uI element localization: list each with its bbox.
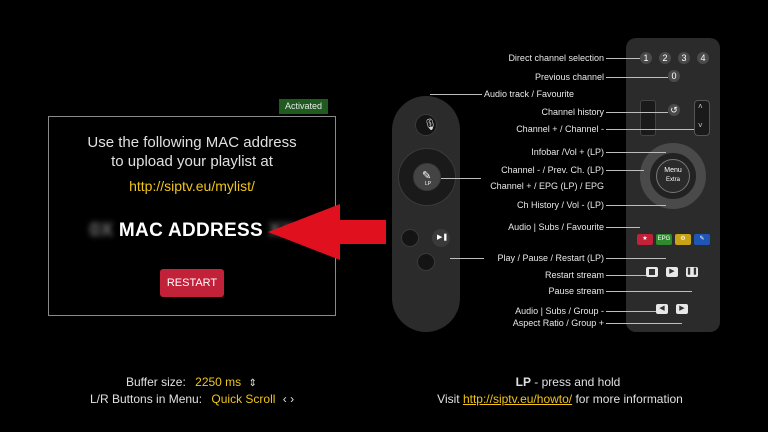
- blue-button[interactable]: ✎: [694, 234, 710, 245]
- visit-suffix: for more information: [572, 392, 683, 406]
- instruction-line-2: to upload your playlist at: [111, 153, 273, 170]
- label-infobar: Infobar /Vol + (LP): [531, 147, 604, 157]
- label-restart-stream: Restart stream: [544, 270, 604, 280]
- volume-rocker[interactable]: [640, 100, 656, 136]
- stop-button[interactable]: [646, 267, 658, 277]
- label-channel-plus-minus: Channel + / Channel -: [516, 124, 604, 134]
- stop-icon: [649, 269, 655, 275]
- label-channel-plus-epg: Channel + / EPG (LP) / EPG: [490, 181, 604, 191]
- pause-icon: ❚❚: [686, 268, 698, 275]
- lr-buttons-row[interactable]: L/R Buttons in Menu: Quick Scroll ‹ ›: [90, 392, 294, 406]
- play-button[interactable]: ▶: [666, 267, 678, 277]
- leader-line: [606, 112, 668, 113]
- mic-button[interactable]: 🎙: [415, 114, 437, 136]
- menu-button[interactable]: Menu Extra: [656, 159, 690, 193]
- label-previous-channel: Previous channel: [534, 72, 604, 82]
- label-direct-channel: Direct channel selection: [508, 53, 604, 63]
- leader-line: [450, 258, 484, 259]
- up-down-icon[interactable]: ⇕: [249, 378, 257, 389]
- home-button[interactable]: [417, 253, 435, 271]
- history-icon: ↺: [670, 105, 678, 115]
- label-channel-history: Channel history: [541, 107, 604, 117]
- small-lp-label: LP: [425, 181, 432, 187]
- digit-3-button[interactable]: 3: [678, 52, 690, 64]
- label-channel-minus: Channel - / Prev. Ch. (LP): [501, 165, 604, 175]
- menu-label: Menu: [664, 167, 682, 174]
- digit-1-button[interactable]: 1: [640, 52, 652, 64]
- lp-key: LP: [515, 375, 531, 389]
- red-arrow-icon: [268, 204, 386, 260]
- red-button[interactable]: ★: [637, 234, 653, 245]
- rewind-icon: ◀: [659, 305, 665, 312]
- leader-line: [606, 77, 668, 78]
- label-audio-subs-group: Audio | Subs / Group -: [515, 306, 604, 316]
- digit-2-button[interactable]: 2: [659, 52, 671, 64]
- instruction-line-1: Use the following MAC address: [87, 134, 297, 151]
- wrench-icon: ✎: [699, 236, 705, 242]
- favourite-icon: ★: [642, 236, 648, 242]
- gear-icon: ⚙: [680, 236, 686, 242]
- extra-label: Extra: [665, 177, 680, 183]
- howto-link[interactable]: http://siptv.eu/howto/: [463, 392, 572, 406]
- leader-line: [441, 178, 481, 179]
- visit-line: Visit http://siptv.eu/howto/ for more in…: [410, 392, 710, 406]
- pause-button[interactable]: ❚❚: [686, 267, 698, 277]
- visit-text: Visit: [437, 392, 463, 406]
- leader-line: [606, 258, 666, 259]
- leader-line: [606, 129, 694, 130]
- select-button[interactable]: ✎ LP: [413, 163, 441, 191]
- forward-button[interactable]: ▶: [676, 304, 688, 314]
- mic-icon: 🎙: [423, 119, 437, 131]
- green-button[interactable]: EPG: [656, 234, 672, 245]
- leader-line: [606, 205, 666, 206]
- leader-line: [606, 323, 682, 324]
- leader-line: [606, 275, 646, 276]
- play-pause-button[interactable]: ▶❚: [432, 229, 450, 247]
- digit-0-button[interactable]: 0: [668, 70, 680, 82]
- play-icon: ▶: [669, 268, 675, 275]
- leader-line: [430, 94, 482, 95]
- mac-label: MAC ADDRESS: [118, 220, 263, 241]
- playlist-url: http://siptv.eu/mylist/: [129, 178, 255, 194]
- yellow-button[interactable]: ⚙: [675, 234, 691, 245]
- play-pause-icon: ▶❚: [437, 234, 449, 241]
- leader-line: [606, 170, 644, 171]
- leader-line: [606, 227, 640, 228]
- left-right-icon[interactable]: ‹ ›: [283, 392, 294, 406]
- leader-line: [606, 152, 666, 153]
- restart-button[interactable]: RESTART: [160, 269, 224, 297]
- forward-icon: ▶: [679, 305, 685, 312]
- instruction-text: Use the following MAC address to upload …: [48, 133, 336, 171]
- leader-line: [606, 58, 640, 59]
- status-badge: Activated: [279, 99, 328, 114]
- channel-rocker[interactable]: ˄ ˅: [694, 100, 710, 136]
- buffer-size-value: 2250 ms: [195, 375, 242, 389]
- lp-text: - press and hold: [530, 375, 621, 389]
- lp-hint: LP - press and hold: [418, 375, 718, 389]
- lr-buttons-label: L/R Buttons in Menu:: [90, 392, 203, 406]
- label-audio-track: Audio track / Favourite: [484, 89, 575, 99]
- label-play-pause-restart: Play / Pause / Restart (LP): [497, 253, 604, 263]
- label-audio-subs-fav: Audio | Subs / Favourite: [508, 222, 604, 232]
- buffer-size-row[interactable]: Buffer size: 2250 ms ⇕: [126, 375, 257, 389]
- digit-4-button[interactable]: 4: [697, 52, 709, 64]
- chevron-up-icon: ˄: [698, 102, 703, 111]
- buffer-size-label: Buffer size:: [126, 375, 186, 389]
- label-ch-history-vol: Ch History / Vol - (LP): [516, 200, 604, 210]
- mac-blur-left: 0X: [89, 220, 114, 241]
- chevron-down-icon: ˅: [698, 121, 703, 130]
- label-aspect-ratio: Aspect Ratio / Group +: [512, 318, 604, 328]
- leader-line: [606, 291, 692, 292]
- label-pause-stream: Pause stream: [548, 286, 604, 296]
- leader-line: [606, 311, 656, 312]
- rewind-button[interactable]: ◀: [656, 304, 668, 314]
- history-button[interactable]: ↺: [668, 104, 680, 116]
- back-button[interactable]: [401, 229, 419, 247]
- lr-buttons-value: Quick Scroll: [211, 392, 276, 406]
